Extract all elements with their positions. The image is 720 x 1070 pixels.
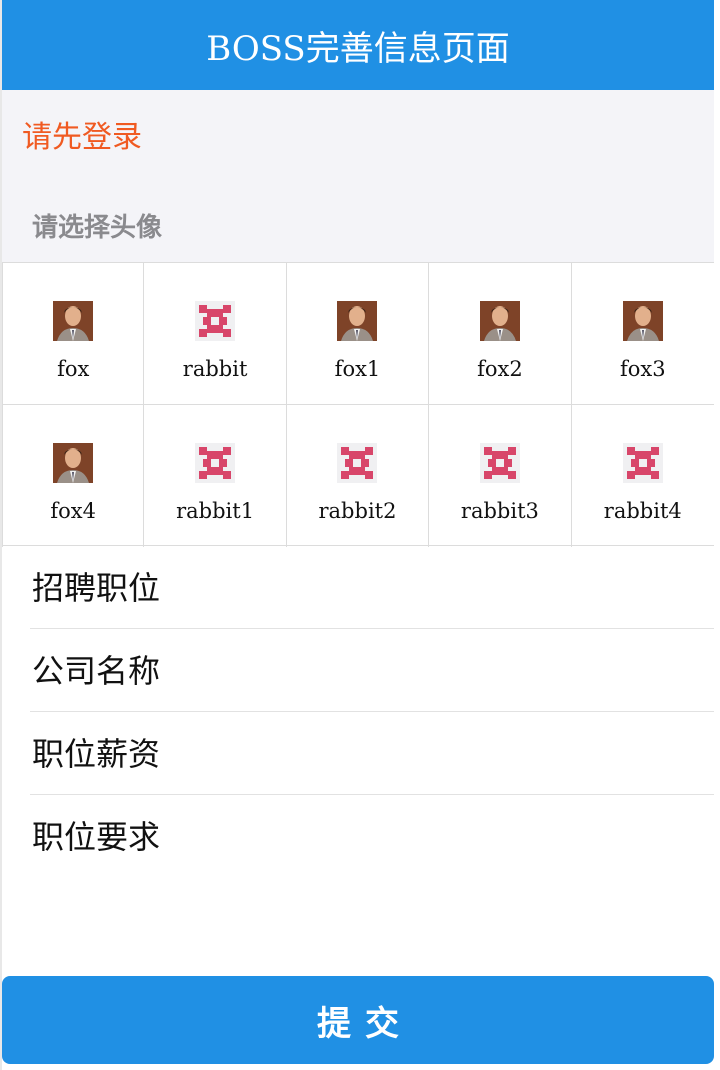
avatar-grid: fox rabbit fox1 fox2 fox3 fox4 rabbit1 r… — [2, 262, 714, 547]
rabbit-avatar-icon — [195, 301, 236, 341]
rabbit-avatar-icon — [479, 443, 520, 483]
rabbit-avatar-icon — [195, 443, 236, 483]
company-name-field: 公司名称 — [30, 629, 714, 712]
info-form: 招聘职位 公司名称 职位薪资 职位要求 — [2, 546, 714, 878]
fox-avatar-icon — [337, 301, 378, 341]
avatar-label: rabbit1 — [176, 499, 255, 523]
avatar-option-fox4[interactable]: fox4 — [2, 405, 145, 547]
company-name-label: 公司名称 — [32, 652, 161, 690]
avatar-label: rabbit2 — [318, 499, 397, 523]
job-title-field: 招聘职位 — [30, 546, 714, 629]
company-name-input[interactable] — [190, 643, 714, 699]
avatar-option-rabbit1[interactable]: rabbit1 — [144, 405, 287, 547]
avatar-label: rabbit4 — [603, 499, 682, 523]
job-requirements-input[interactable] — [190, 809, 714, 865]
fox-avatar-icon — [53, 301, 94, 341]
fox-avatar-icon — [53, 443, 94, 483]
login-prompt: 请先登录 — [22, 120, 142, 155]
avatar-label: fox1 — [334, 357, 381, 381]
salary-label: 职位薪资 — [32, 735, 161, 773]
avatar-label: fox4 — [50, 499, 96, 523]
avatar-option-fox1[interactable]: fox1 — [286, 263, 430, 405]
navbar: BOSS完善信息页面 — [2, 0, 714, 90]
submit-button[interactable]: 提交 — [2, 976, 714, 1064]
avatar-label: fox — [57, 357, 90, 381]
avatar-label: rabbit — [182, 357, 248, 381]
avatar-option-rabbit4[interactable]: rabbit4 — [572, 405, 714, 547]
avatar-option-rabbit2[interactable]: rabbit2 — [287, 405, 430, 547]
avatar-section-title: 请选择头像 — [32, 213, 163, 243]
rabbit-avatar-icon — [622, 443, 663, 483]
page-title: BOSS完善信息页面 — [206, 28, 510, 69]
fox-avatar-icon — [622, 301, 663, 341]
avatar-label: fox2 — [477, 357, 523, 381]
avatar-option-fox[interactable]: fox — [2, 263, 145, 405]
avatar-label: fox3 — [619, 357, 666, 381]
avatar-option-rabbit3[interactable]: rabbit3 — [429, 405, 572, 547]
fox-avatar-icon — [479, 301, 520, 341]
job-title-input[interactable] — [190, 560, 714, 616]
avatar-option-rabbit[interactable]: rabbit — [144, 263, 287, 405]
job-requirements-label: 职位要求 — [32, 818, 161, 856]
avatar-option-fox3[interactable]: fox3 — [571, 263, 714, 405]
avatar-label: rabbit3 — [460, 499, 539, 523]
salary-field: 职位薪资 — [30, 712, 714, 795]
job-title-label: 招聘职位 — [32, 569, 161, 607]
salary-input[interactable] — [190, 726, 714, 782]
avatar-option-fox2[interactable]: fox2 — [429, 263, 572, 405]
job-requirements-field: 职位要求 — [30, 795, 714, 878]
rabbit-avatar-icon — [337, 443, 378, 483]
